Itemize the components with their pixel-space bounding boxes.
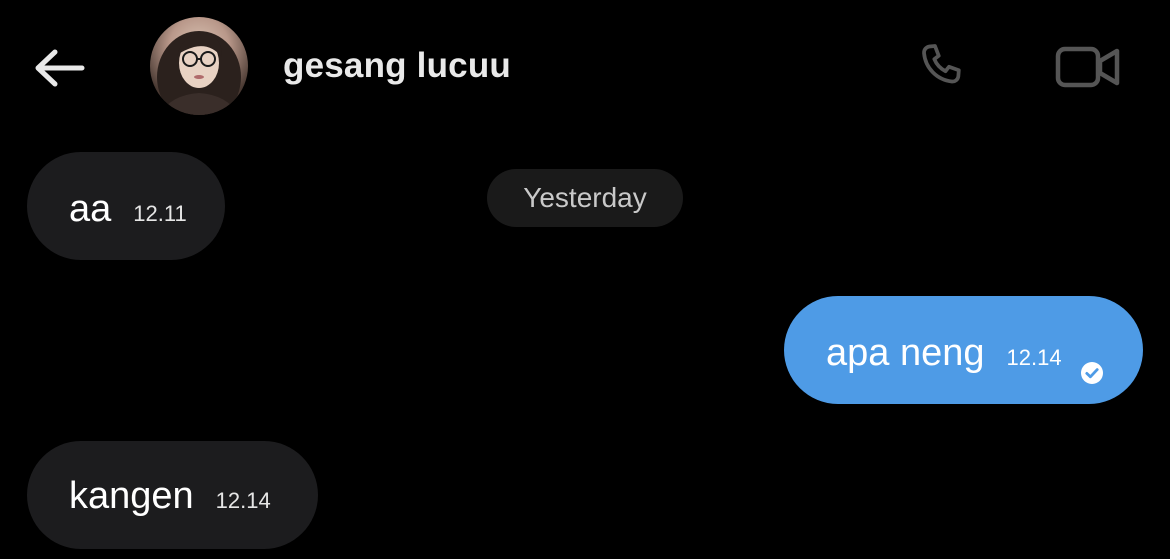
- message-time: 12.11: [133, 201, 187, 226]
- outgoing-message-bubble[interactable]: apa neng 12.14: [784, 296, 1143, 404]
- voice-call-button[interactable]: [908, 35, 976, 99]
- message-text: aa: [69, 188, 112, 230]
- contact-name[interactable]: gesang lucuu: [283, 44, 511, 88]
- read-check-icon: [1080, 361, 1104, 385]
- video-call-button[interactable]: [1050, 38, 1126, 96]
- message-time: 12.14: [215, 488, 271, 513]
- date-separator: Yesterday: [487, 169, 683, 227]
- chat-screen: gesang lucuu Yesterday aa 12.11 apa neng…: [0, 0, 1170, 559]
- message-text: kangen: [69, 475, 194, 517]
- message-time: 12.14: [1006, 345, 1062, 370]
- date-separator-label: Yesterday: [523, 182, 647, 213]
- phone-icon: [922, 44, 961, 84]
- video-camera-icon: [1055, 46, 1120, 88]
- profile-photo-icon: [157, 31, 241, 115]
- message-text: apa neng: [826, 332, 985, 374]
- arrow-left-icon: [35, 49, 85, 87]
- back-button[interactable]: [28, 38, 90, 98]
- incoming-message-bubble[interactable]: kangen 12.14: [27, 441, 318, 549]
- incoming-message-bubble[interactable]: aa 12.11: [27, 152, 225, 260]
- avatar[interactable]: [150, 17, 248, 115]
